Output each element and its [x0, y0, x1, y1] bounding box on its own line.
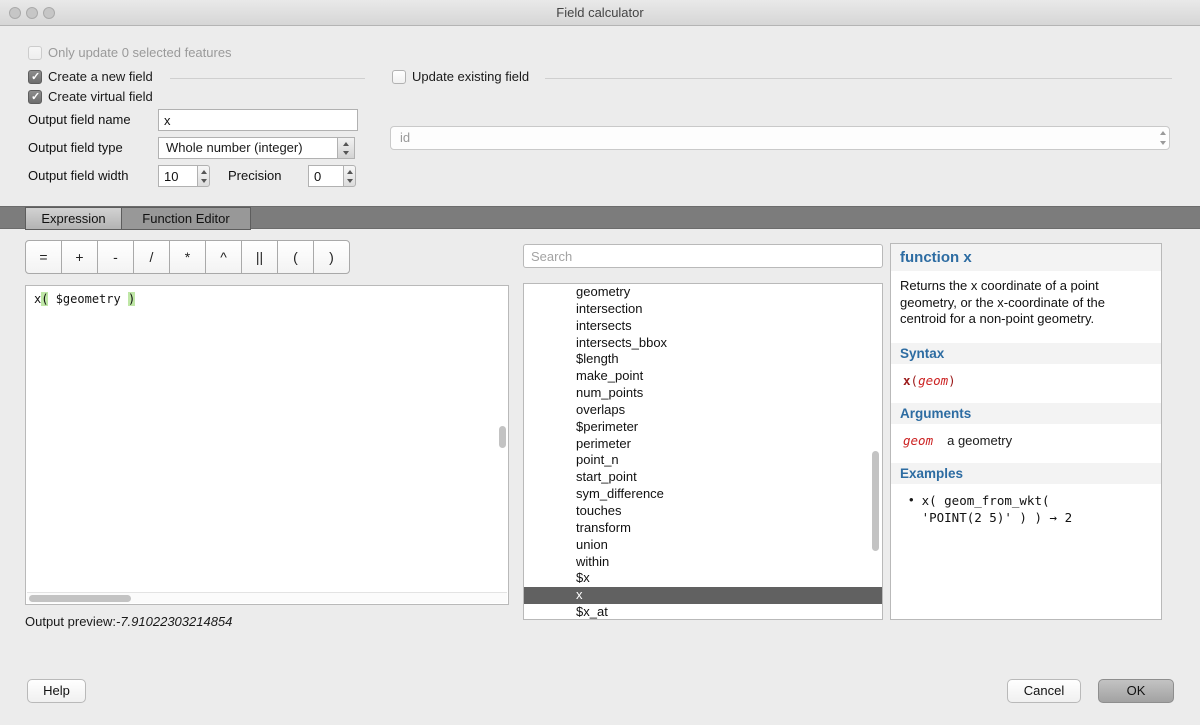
output-field-type-label: Output field type [28, 140, 123, 155]
function-list-item[interactable]: perimeter [524, 436, 882, 453]
combo-stepper-icon [337, 138, 354, 158]
only-update-checkbox[interactable] [28, 46, 42, 60]
only-update-label: Only update 0 selected features [48, 45, 232, 60]
expression-horizontal-scrollbar[interactable] [27, 592, 507, 603]
function-list-scrollbar-thumb[interactable] [872, 451, 879, 551]
function-list-item[interactable]: intersection [524, 301, 882, 318]
update-existing-checkbox[interactable] [392, 70, 406, 84]
function-list-item[interactable]: overlaps [524, 402, 882, 419]
function-list-item[interactable]: sym_difference [524, 486, 882, 503]
help-argument-row: geoma geometry [891, 424, 1161, 457]
help-title: function x [891, 244, 1161, 271]
create-virtual-field-label: Create virtual field [48, 89, 153, 104]
window-title: Field calculator [0, 0, 1200, 26]
operator-power-button[interactable]: ^ [205, 240, 242, 274]
help-description: Returns the x coordinate of a point geom… [891, 271, 1161, 337]
help-arguments-heading: Arguments [891, 403, 1161, 424]
function-list-item[interactable]: $x [524, 570, 882, 587]
expression-vertical-scrollbar-thumb[interactable] [499, 426, 506, 448]
expression-horizontal-scrollbar-thumb[interactable] [29, 595, 131, 602]
function-list-item[interactable]: $length [524, 351, 882, 368]
tab-bar: Expression Function Editor [0, 206, 1200, 229]
function-list-item[interactable]: transform [524, 520, 882, 537]
operator-concat-button[interactable]: || [241, 240, 278, 274]
field-calculator-dialog: Field calculator Only update 0 selected … [0, 0, 1200, 725]
function-list: geometry intersection intersects interse… [523, 283, 883, 620]
output-preview-label: Output preview: [25, 614, 116, 629]
function-list-item[interactable]: point_n [524, 452, 882, 469]
operator-multiply-button[interactable]: * [169, 240, 206, 274]
output-field-width-stepper[interactable] [197, 165, 210, 187]
precision-input[interactable] [308, 165, 344, 187]
help-example: •x( geom_from_wkt( 'POINT(2 5)' ) ) → 2 [891, 484, 1161, 534]
search-input[interactable] [523, 244, 883, 268]
group-line [170, 78, 365, 79]
title-bar: Field calculator [0, 0, 1200, 26]
bullet-icon: • [909, 492, 914, 507]
operator-open-paren-button[interactable]: ( [277, 240, 314, 274]
function-list-item[interactable]: num_points [524, 385, 882, 402]
expression-text: x( $geometry ) [34, 292, 135, 306]
help-examples-heading: Examples [891, 463, 1161, 484]
function-list-item[interactable]: $x_at [524, 604, 882, 620]
operator-close-paren-button[interactable]: ) [313, 240, 350, 274]
precision-stepper[interactable] [343, 165, 356, 187]
help-syntax-code: x(geom) [891, 364, 1161, 397]
function-list-item[interactable]: touches [524, 503, 882, 520]
output-field-name-label: Output field name [28, 112, 131, 127]
output-field-name-input[interactable] [158, 109, 358, 131]
function-list-item[interactable]: $perimeter [524, 419, 882, 436]
help-button[interactable]: Help [27, 679, 86, 703]
operator-plus-button[interactable]: + [61, 240, 98, 274]
function-list-item[interactable]: make_point [524, 368, 882, 385]
operator-divide-button[interactable]: / [133, 240, 170, 274]
update-existing-label: Update existing field [412, 69, 529, 84]
create-new-field-checkbox[interactable] [28, 70, 42, 84]
function-list-item[interactable]: start_point [524, 469, 882, 486]
tab-function-editor[interactable]: Function Editor [121, 207, 251, 230]
create-virtual-field-checkbox[interactable] [28, 90, 42, 104]
expression-editor[interactable]: x( $geometry ) [25, 285, 509, 605]
output-preview-value: -7.91022303214854 [116, 614, 232, 629]
existing-field-value: id [400, 130, 410, 145]
window-zoom-button[interactable] [43, 7, 55, 19]
operator-equals-button[interactable]: = [25, 240, 62, 274]
tab-expression[interactable]: Expression [25, 207, 122, 230]
function-list-item-selected[interactable]: x [524, 587, 882, 604]
function-list-item[interactable]: within [524, 554, 882, 571]
function-list-item[interactable]: intersects_bbox [524, 335, 882, 352]
create-new-field-label: Create a new field [48, 69, 153, 84]
group-line [545, 78, 1172, 79]
cancel-button[interactable]: Cancel [1007, 679, 1081, 703]
help-syntax-heading: Syntax [891, 343, 1161, 364]
window-minimize-button[interactable] [26, 7, 38, 19]
function-list-item[interactable]: geometry [524, 284, 882, 301]
existing-field-combo[interactable]: id [390, 126, 1170, 150]
output-field-type-value: Whole number (integer) [166, 140, 303, 155]
window-close-button[interactable] [9, 7, 21, 19]
operator-minus-button[interactable]: - [97, 240, 134, 274]
precision-label: Precision [228, 168, 281, 183]
output-field-width-input[interactable] [158, 165, 198, 187]
function-list-item[interactable]: intersects [524, 318, 882, 335]
ok-button[interactable]: OK [1098, 679, 1174, 703]
function-help-panel: function x Returns the x coordinate of a… [890, 243, 1162, 620]
output-field-width-label: Output field width [28, 168, 128, 183]
function-list-item[interactable]: union [524, 537, 882, 554]
output-field-type-combo[interactable]: Whole number (integer) [158, 137, 355, 159]
